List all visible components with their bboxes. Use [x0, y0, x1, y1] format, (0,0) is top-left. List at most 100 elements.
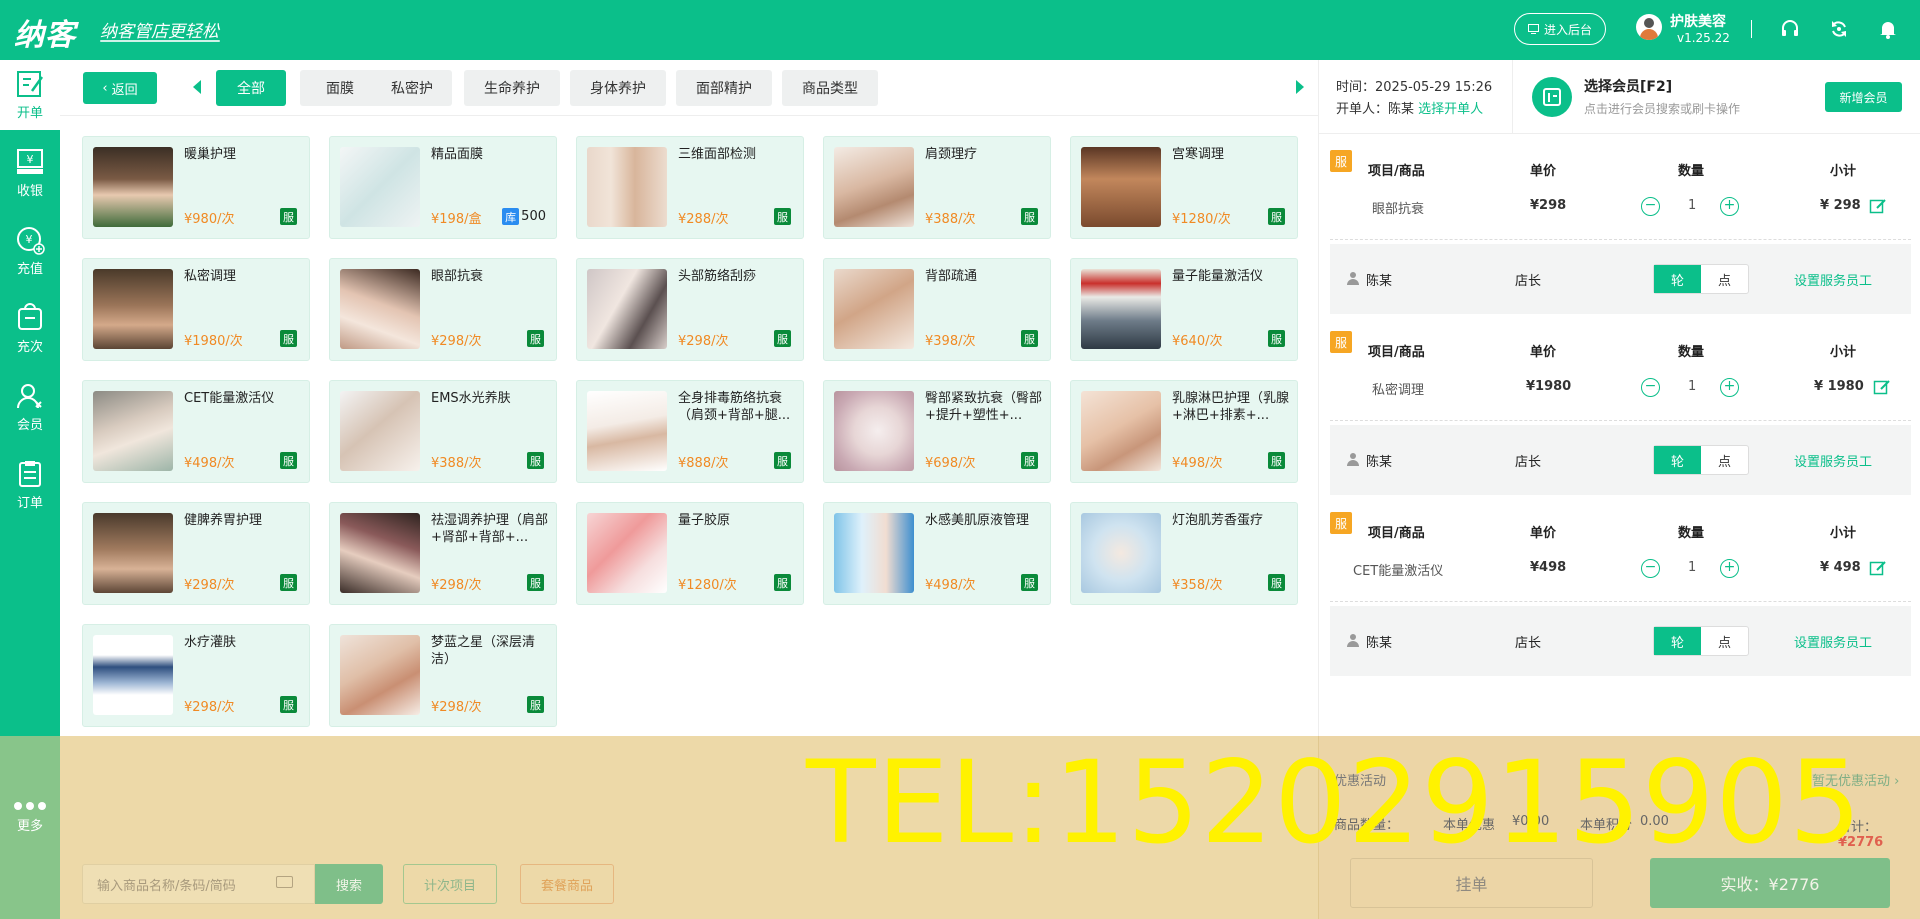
- member-card-icon[interactable]: [1532, 77, 1572, 117]
- sidebar-item-member[interactable]: 会员: [0, 372, 60, 442]
- back-button[interactable]: ‹ 返回: [83, 72, 157, 104]
- product-price: ¥980/次: [184, 212, 235, 227]
- order-item: 服 项目/商品 单价 数量 小计 CET能量激活仪 ¥498 − 1 + ¥ 4…: [1330, 502, 1911, 602]
- product-card[interactable]: 肩颈理疗 ¥388/次 服: [823, 136, 1051, 239]
- product-card[interactable]: 健脾养胃护理 ¥298/次 服: [82, 502, 310, 605]
- qty-plus-button[interactable]: +: [1720, 378, 1739, 397]
- product-name: 乳腺淋巴护理（乳腺+淋巴+排素+...: [1172, 391, 1290, 423]
- product-card[interactable]: 量子能量激活仪 ¥640/次 服: [1070, 258, 1298, 361]
- sidebar-item-more[interactable]: 更多: [0, 787, 60, 847]
- enter-admin-button[interactable]: 进入后台: [1514, 13, 1606, 45]
- product-card[interactable]: 乳腺淋巴护理（乳腺+淋巴+排素+... ¥498/次 服: [1070, 380, 1298, 483]
- sidebar-item-order[interactable]: 订单: [0, 450, 60, 520]
- search-button[interactable]: 搜索: [315, 864, 383, 904]
- headset-icon[interactable]: [1780, 19, 1800, 39]
- rotation-toggle[interactable]: 轮点: [1653, 445, 1749, 475]
- point-option[interactable]: 点: [1701, 627, 1748, 655]
- set-staff-link[interactable]: 设置服务员工: [1794, 632, 1872, 651]
- product-card[interactable]: 眼部抗衰 ¥298/次 服: [329, 258, 557, 361]
- product-name: 量子胶原: [678, 513, 731, 528]
- qty-minus-button[interactable]: −: [1641, 378, 1660, 397]
- tab-life-care[interactable]: 生命养护: [464, 70, 560, 106]
- stock-badge: 库 500: [502, 208, 546, 225]
- tab-mask[interactable]: 面膜: [300, 70, 380, 106]
- qty-value[interactable]: 1: [1688, 198, 1696, 213]
- edit-icon[interactable]: [1869, 197, 1887, 215]
- package-goods-button[interactable]: 套餐商品: [520, 864, 614, 904]
- product-card[interactable]: 全身排毒筋络抗衰（肩颈+背部+腿... ¥888/次 服: [576, 380, 804, 483]
- edit-icon[interactable]: [1873, 378, 1891, 396]
- product-card[interactable]: 精品面膜 ¥198/盒 库 500: [329, 136, 557, 239]
- edit-icon[interactable]: [1869, 559, 1887, 577]
- product-price: ¥498/次: [1172, 456, 1223, 471]
- sidebar-item-recharge[interactable]: ¥ 充值: [0, 216, 60, 286]
- product-card[interactable]: CET能量激活仪 ¥498/次 服: [82, 380, 310, 483]
- product-name: 眼部抗衰: [431, 269, 484, 284]
- product-card[interactable]: 背部疏通 ¥398/次 服: [823, 258, 1051, 361]
- staff-row: 陈某 店长 轮点 设置服务员工: [1330, 606, 1911, 676]
- service-flag: 服: [1330, 150, 1352, 172]
- qty-plus-button[interactable]: +: [1720, 559, 1739, 578]
- product-price: ¥1280/次: [678, 578, 737, 593]
- tab-goods-type[interactable]: 商品类型: [782, 70, 878, 106]
- rotation-toggle[interactable]: 轮点: [1653, 264, 1749, 294]
- qty-value[interactable]: 1: [1688, 379, 1696, 394]
- product-card[interactable]: 臀部紧致抗衰（臀部+提升+塑性+... ¥698/次 服: [823, 380, 1051, 483]
- choose-operator-link[interactable]: 选择开单人: [1418, 102, 1483, 117]
- sidebar-item-count-recharge[interactable]: 充次: [0, 294, 60, 364]
- scroll-right-icon[interactable]: [1296, 80, 1304, 94]
- qty-minus-button[interactable]: −: [1641, 197, 1660, 216]
- sidebar-item-open-order[interactable]: 开单: [0, 60, 60, 130]
- set-staff-link[interactable]: 设置服务员工: [1794, 270, 1872, 289]
- product-image: [340, 513, 420, 593]
- keyboard-icon[interactable]: [276, 876, 293, 888]
- tab-body-care[interactable]: 身体养护: [570, 70, 666, 106]
- product-card[interactable]: 梦蓝之星（深层清洁） ¥298/次 服: [329, 624, 557, 727]
- service-badge: 服: [774, 208, 791, 225]
- product-card[interactable]: 水感美肌原液管理 ¥498/次 服: [823, 502, 1051, 605]
- product-card[interactable]: 宫寒调理 ¥1280/次 服: [1070, 136, 1298, 239]
- scroll-left-icon[interactable]: [193, 80, 201, 94]
- product-price: ¥388/次: [925, 212, 976, 227]
- refresh-icon[interactable]: [1829, 19, 1849, 39]
- rotation-toggle[interactable]: 轮点: [1653, 626, 1749, 656]
- service-badge: 服: [280, 574, 297, 591]
- qty-value[interactable]: 1: [1688, 560, 1696, 575]
- product-card[interactable]: EMS水光养肤 ¥388/次 服: [329, 380, 557, 483]
- rotate-option[interactable]: 轮: [1654, 265, 1701, 293]
- select-member-title[interactable]: 选择会员[F2]: [1584, 76, 1672, 96]
- avatar[interactable]: [1636, 14, 1662, 40]
- product-price: ¥298/次: [184, 700, 235, 715]
- product-card[interactable]: 量子胶原 ¥1280/次 服: [576, 502, 804, 605]
- service-badge: 服: [280, 330, 297, 347]
- product-card[interactable]: 头部筋络刮痧 ¥298/次 服: [576, 258, 804, 361]
- tab-all[interactable]: 全部: [216, 70, 286, 106]
- product-card[interactable]: 水疗灌肤 ¥298/次 服: [82, 624, 310, 727]
- order-item-name: CET能量激活仪: [1353, 564, 1444, 579]
- product-name: 水疗灌肤: [184, 635, 237, 650]
- qty-minus-button[interactable]: −: [1641, 559, 1660, 578]
- top-divider: [1751, 20, 1752, 38]
- bell-icon[interactable]: [1878, 19, 1898, 39]
- product-image: [834, 391, 914, 471]
- tab-face-care[interactable]: 面部精护: [676, 70, 772, 106]
- new-member-button[interactable]: 新增会员: [1825, 82, 1902, 112]
- product-card[interactable]: 暖巢护理 ¥980/次 服: [82, 136, 310, 239]
- rotate-option[interactable]: 轮: [1654, 446, 1701, 474]
- product-card[interactable]: 三维面部检测 ¥288/次 服: [576, 136, 804, 239]
- product-card[interactable]: 祛湿调养护理（肩部+肾部+背部+... ¥298/次 服: [329, 502, 557, 605]
- service-flag: 服: [1330, 331, 1352, 353]
- product-image: [834, 269, 914, 349]
- product-card[interactable]: 私密调理 ¥1980/次 服: [82, 258, 310, 361]
- rotate-option[interactable]: 轮: [1654, 627, 1701, 655]
- tab-private-care[interactable]: 私密护: [372, 70, 452, 106]
- sidebar-item-cashier[interactable]: ¥ 收银: [0, 138, 60, 208]
- logo: 纳客: [14, 18, 76, 53]
- set-staff-link[interactable]: 设置服务员工: [1794, 451, 1872, 470]
- product-price: ¥298/次: [431, 578, 482, 593]
- count-items-button[interactable]: 计次项目: [403, 864, 497, 904]
- product-card[interactable]: 灯泡肌芳香蛋疗 ¥358/次 服: [1070, 502, 1298, 605]
- point-option[interactable]: 点: [1701, 265, 1748, 293]
- qty-plus-button[interactable]: +: [1720, 197, 1739, 216]
- point-option[interactable]: 点: [1701, 446, 1748, 474]
